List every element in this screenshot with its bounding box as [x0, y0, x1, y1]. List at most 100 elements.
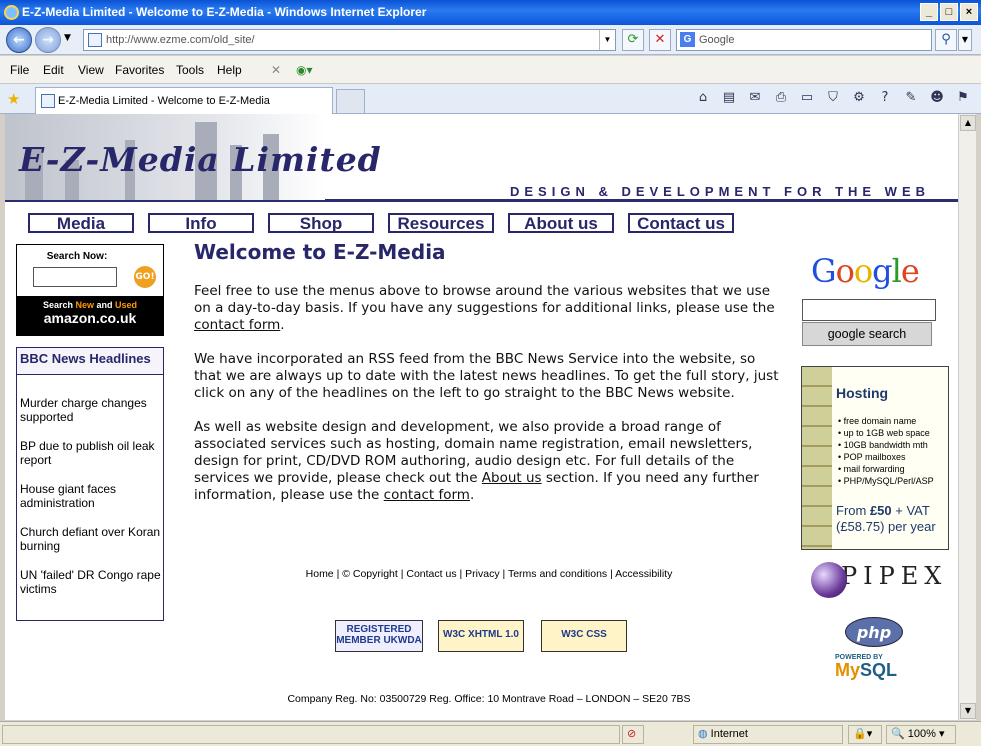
news-title: BBC News Headlines — [17, 348, 163, 375]
navigation-bar: ← → ▼ http://www.ezme.com/old_site/ ▼ ⟳ … — [0, 25, 981, 55]
google-search-input[interactable] — [802, 299, 936, 321]
w3c-xhtml-badge[interactable]: W3C XHTML 1.0 — [438, 620, 524, 652]
protected-mode-icon[interactable]: 🔒▾ — [848, 725, 882, 744]
addon-extra-icon[interactable]: ⚑ — [955, 90, 971, 106]
home-icon[interactable]: ⌂ — [695, 90, 711, 106]
footer-contact-link[interactable]: Contact us — [406, 568, 456, 580]
w3c-css-badge[interactable]: W3C CSS — [541, 620, 627, 652]
amazon-banner[interactable]: Search New and Used amazon.co.uk — [17, 296, 163, 336]
minimize-button[interactable]: _ — [920, 3, 938, 21]
server-rack-image — [802, 367, 832, 549]
search-input[interactable]: G Google — [676, 29, 932, 51]
close-button[interactable]: × — [960, 3, 978, 21]
menu-edit[interactable]: Edit — [43, 63, 64, 77]
nav-about-us[interactable]: About us — [508, 213, 614, 233]
menu-tools[interactable]: Tools — [176, 63, 204, 77]
google-search-button[interactable]: google search — [802, 322, 932, 346]
menu-favorites[interactable]: Favorites — [115, 63, 164, 77]
menu-help[interactable]: Help — [217, 63, 242, 77]
refresh-icon[interactable]: ⟳ — [622, 29, 644, 51]
ie-logo-icon — [4, 5, 19, 20]
ukwda-badge[interactable]: REGISTERED MEMBER UKWDA — [335, 620, 423, 652]
vertical-scrollbar[interactable]: ▲ ▼ — [958, 114, 976, 720]
pipex-logo[interactable]: PIPEX — [811, 562, 947, 598]
history-dropdown-icon[interactable]: ▼ — [64, 33, 71, 43]
headline-link[interactable]: BP due to publish oil leak report — [20, 439, 162, 467]
company-registration: Company Reg. No: 03500729 Reg. Office: 1… — [287, 693, 691, 705]
favorites-star-icon[interactable]: ★ — [7, 90, 20, 108]
footer-home-link[interactable]: Home — [306, 568, 334, 580]
page-viewport: E-Z-Media Limited DESIGN & DEVELOPMENT F… — [5, 114, 958, 720]
close-toolbar-icon[interactable]: ✕ — [271, 63, 281, 77]
go-button[interactable]: GO! — [134, 266, 156, 288]
nav-resources[interactable]: Resources — [388, 213, 494, 233]
headline-link[interactable]: Murder charge changes supported — [20, 396, 162, 424]
tabs-bar: ★ E-Z-Media Limited - Welcome to E-Z-Med… — [0, 84, 981, 114]
nav-contact-us[interactable]: Contact us — [628, 213, 734, 233]
tab-active[interactable]: E-Z-Media Limited - Welcome to E-Z-Media — [35, 87, 333, 114]
search-icon[interactable]: ⚲ — [935, 29, 957, 51]
nav-shop[interactable]: Shop — [268, 213, 374, 233]
search-now-label: Search Now: — [46, 251, 108, 262]
popup-blocker-icon[interactable]: ⊘ — [622, 725, 644, 744]
window-title: E-Z-Media Limited - Welcome to E-Z-Media… — [22, 5, 427, 19]
page-icon — [88, 33, 102, 47]
page-title: Welcome to E-Z-Media — [194, 240, 446, 264]
amazon-search-input[interactable] — [33, 267, 117, 287]
menu-view[interactable]: View — [78, 63, 104, 77]
feeds-icon[interactable]: ▤ — [721, 90, 737, 106]
bbc-news-box: BBC News Headlines Murder charge changes… — [16, 347, 164, 621]
footer-accessibility-link[interactable]: Accessibility — [615, 568, 672, 580]
stop-icon[interactable]: ✕ — [649, 29, 671, 51]
footer-privacy-link[interactable]: Privacy — [465, 568, 499, 580]
search-options-icon[interactable]: ▼ — [958, 29, 972, 51]
footer-terms-link[interactable]: Terms and conditions — [508, 568, 607, 580]
new-tab-button[interactable] — [336, 89, 365, 114]
tab-title: E-Z-Media Limited - Welcome to E-Z-Media — [58, 95, 270, 107]
back-button[interactable]: ← — [6, 27, 32, 53]
main-content: Welcome to E-Z-Media Feel free to use th… — [194, 240, 784, 521]
nav-media[interactable]: Media — [28, 213, 134, 233]
research-icon[interactable]: ✎ — [903, 90, 919, 106]
zoom-level[interactable]: 🔍 100% ▾ — [886, 725, 956, 744]
google-logo: Google — [811, 252, 920, 290]
hosting-title: Hosting — [836, 385, 889, 401]
mysql-logo[interactable]: POWERED BY MySQL — [835, 654, 897, 679]
messenger-icon[interactable]: ☻ — [929, 90, 945, 106]
contact-form-link[interactable]: contact form — [384, 487, 470, 503]
scroll-up-icon[interactable]: ▲ — [960, 115, 976, 131]
maximize-button[interactable]: □ — [940, 3, 958, 21]
hosting-ad[interactable]: Hosting free domain name up to 1GB web s… — [801, 366, 949, 550]
site-header: E-Z-Media Limited DESIGN & DEVELOPMENT F… — [5, 114, 958, 202]
search-placeholder: Google — [699, 34, 735, 46]
scroll-down-icon[interactable]: ▼ — [960, 703, 976, 719]
nav-info[interactable]: Info — [148, 213, 254, 233]
read-mail-icon[interactable]: ✉ — [747, 90, 763, 106]
menu-bar: File Edit View Favorites Tools Help ✕ ◉▾ — [0, 56, 981, 84]
site-logo[interactable]: E-Z-Media Limited — [19, 140, 382, 179]
page-menu-icon[interactable]: ▭ — [799, 90, 815, 106]
window-titlebar: E-Z-Media Limited - Welcome to E-Z-Media… — [0, 0, 981, 25]
address-dropdown-icon[interactable]: ▼ — [599, 30, 615, 50]
amazon-logo: amazon.co.uk — [43, 310, 137, 326]
intro-paragraph: Feel free to use the menus above to brow… — [194, 283, 775, 333]
addon-icon[interactable]: ◉▾ — [296, 63, 313, 77]
headline-link[interactable]: Church defiant over Koran burning — [20, 525, 162, 553]
about-us-link[interactable]: About us — [482, 470, 542, 486]
address-bar[interactable]: http://www.ezme.com/old_site/ ▼ — [83, 29, 616, 51]
contact-form-link[interactable]: contact form — [194, 317, 280, 333]
headline-link[interactable]: UN 'failed' DR Congo rape victims — [20, 568, 162, 596]
help-icon[interactable]: ? — [877, 90, 893, 106]
address-url: http://www.ezme.com/old_site/ — [106, 34, 255, 46]
php-logo[interactable]: php — [845, 617, 903, 647]
menu-file[interactable]: File — [10, 63, 29, 77]
page-icon — [41, 94, 55, 108]
forward-button[interactable]: → — [35, 27, 61, 53]
headline-link[interactable]: House giant faces administration — [20, 482, 162, 510]
services-paragraph: As well as website design and developmen… — [194, 419, 759, 503]
hosting-price: From £50 + VAT (£58.75) per year — [836, 503, 936, 534]
footer-copyright-link[interactable]: © Copyright — [342, 568, 398, 580]
tools-gear-icon[interactable]: ⚙ — [851, 90, 867, 106]
safety-shield-icon[interactable]: ⛉ — [825, 90, 841, 106]
print-icon[interactable]: ⎙ — [773, 90, 789, 106]
